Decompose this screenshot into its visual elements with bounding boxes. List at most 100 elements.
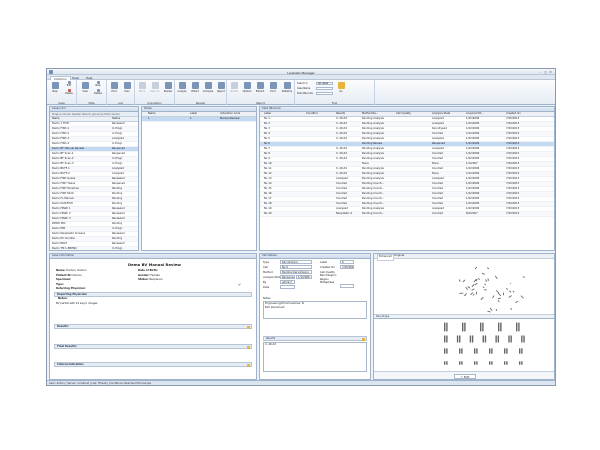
cell-created: 7/20/2013 bbox=[506, 176, 520, 180]
edit-case-button[interactable]: Edit bbox=[63, 81, 75, 88]
slide-barcode-input[interactable] bbox=[316, 91, 333, 95]
print-list-button[interactable]: Print bbox=[108, 82, 120, 97]
cell-results-bar[interactable]: Results bbox=[263, 336, 367, 341]
method-field[interactable]: Pending Karyotyping bbox=[280, 270, 312, 274]
close-button[interactable]: ✕ bbox=[548, 70, 553, 74]
cell-created: 7/20/2013 bbox=[506, 191, 520, 195]
column-header-cell-quality[interactable]: Cell Quality bbox=[396, 112, 411, 117]
analyze-button[interactable]: Analyze bbox=[176, 82, 188, 97]
column-header-label[interactable]: Label bbox=[264, 112, 271, 117]
search-in-select[interactable]: All cases bbox=[316, 81, 333, 85]
cell-method: Pending Counti... bbox=[362, 201, 385, 205]
column-header-analysis-state[interactable]: Analysis State bbox=[432, 112, 450, 117]
column-header-activation-code[interactable]: Activation Code bbox=[220, 112, 240, 117]
cell-method: Pending Counti... bbox=[362, 196, 385, 200]
case-name-input[interactable] bbox=[316, 86, 333, 90]
column-header-acquired[interactable]: Acquired Dt... bbox=[466, 112, 484, 117]
new-slide-button[interactable]: New bbox=[92, 81, 104, 88]
view-slide-button[interactable]: View bbox=[79, 82, 91, 97]
expand-icon bbox=[247, 345, 250, 349]
extract-button[interactable]: Extract bbox=[254, 82, 266, 97]
column-header-name[interactable]: Name bbox=[52, 117, 60, 122]
reporting-physician-bar[interactable]: Reporting Physician: bbox=[54, 292, 252, 297]
clinical-indication-bar[interactable]: Clinical Indication: bbox=[54, 362, 252, 367]
cell-method: Pending Analysis bbox=[362, 136, 384, 140]
case-status: Pending bbox=[112, 196, 123, 200]
column-header-slide-label[interactable]: Label bbox=[190, 112, 197, 117]
column-header-results[interactable]: Results bbox=[336, 112, 345, 117]
new-case-button[interactable]: New bbox=[49, 82, 61, 97]
scan-button[interactable]: Scan bbox=[121, 82, 133, 97]
slide-row[interactable]: 1 1 Manual Review bbox=[142, 116, 256, 122]
go-button[interactable]: Go bbox=[335, 82, 347, 97]
cell-row[interactable]: NL 20 Neoplastic X Pending Counti... Counte… bbox=[260, 211, 554, 217]
delete-case-button[interactable]: Delete bbox=[63, 89, 75, 96]
tab-original[interactable]: Original bbox=[394, 254, 404, 259]
case-name: Demo FISH-4 bbox=[52, 141, 69, 145]
chromosome bbox=[509, 290, 512, 293]
cell-state: Counted bbox=[432, 151, 443, 155]
results-bar[interactable]: Results: bbox=[54, 324, 252, 329]
analysis-state-field[interactable]: Reopened bbox=[280, 275, 295, 279]
cell-type-field[interactable]: Karyotyping bbox=[280, 260, 312, 264]
acquired-date-field[interactable]: 1/1/2006 bbox=[296, 275, 312, 279]
case-status: In Progr. bbox=[112, 161, 123, 165]
metaphase-image[interactable] bbox=[374, 259, 555, 314]
checkmark-icon: ✔ bbox=[238, 282, 242, 287]
metaphase-field[interactable] bbox=[340, 284, 354, 288]
review-button[interactable]: Review bbox=[162, 82, 174, 97]
column-header-method[interactable]: Method Re... bbox=[362, 112, 378, 117]
cell-method: Pending Analysis bbox=[362, 131, 384, 135]
cases-panel: Cases (27) Drag a column header here to … bbox=[49, 106, 139, 251]
ribbon: Case New Edit Delete Slide View New Deta… bbox=[47, 80, 555, 105]
cell-method: None bbox=[362, 161, 369, 165]
case-name: Demo PC Counter bbox=[52, 236, 76, 240]
cell-results: Analyzed bbox=[336, 176, 348, 180]
print-report-button[interactable]: Print bbox=[267, 82, 279, 97]
report-button[interactable]: Report bbox=[215, 82, 227, 97]
case-name: Demo ERCT bbox=[52, 241, 68, 245]
karyotype-chromosome bbox=[462, 322, 464, 332]
cell-method: Pending Analysis bbox=[362, 121, 384, 125]
cell-label: NL 20 bbox=[264, 211, 272, 215]
cell-created: 7/20/2013 bbox=[506, 116, 520, 120]
resume-button[interactable]: Resume bbox=[149, 82, 161, 97]
by-field[interactable]: admin7 bbox=[280, 280, 295, 284]
karyotype-chromosome bbox=[489, 348, 491, 354]
column-header-slide-name[interactable]: Name bbox=[148, 112, 156, 117]
case-row[interactable]: Demo TM 1-ENHNC In Progr. bbox=[50, 246, 138, 250]
cell-notes-area[interactable]: Engineering/Chromosomes: N BL5 placement bbox=[263, 301, 367, 319]
case-name: Demo BF Scan-2 bbox=[52, 156, 74, 160]
column-header-condition[interactable]: Condition bbox=[306, 112, 318, 117]
column-header-created-on[interactable]: Created On bbox=[506, 112, 521, 117]
karyotype-chromosome bbox=[459, 348, 461, 354]
update-button[interactable]: Update bbox=[228, 82, 240, 97]
edit-karyotype-button[interactable]: ✎ Edit bbox=[454, 373, 476, 379]
slide-details-button[interactable]: Details bbox=[92, 89, 104, 96]
final-results-bar[interactable]: Final Results: bbox=[54, 344, 252, 349]
karyotype-image[interactable] bbox=[374, 319, 555, 368]
cell-state: Counted bbox=[432, 201, 443, 205]
cell-label: NL 16 bbox=[264, 191, 272, 195]
date-field[interactable] bbox=[280, 285, 295, 289]
karyotype-chromosome bbox=[474, 348, 476, 354]
label-field[interactable]: 6 bbox=[340, 260, 354, 264]
created-on-field[interactable]: 7/20/2013 bbox=[340, 265, 354, 269]
options-button[interactable]: Options bbox=[241, 82, 253, 97]
cell-results-area: X, 46,XX bbox=[263, 342, 367, 372]
karyotype-chromosome bbox=[495, 335, 497, 343]
cell-created: 7/20/2013 bbox=[506, 146, 520, 150]
cell-name-field[interactable]: NL 6 bbox=[280, 265, 312, 269]
batch-button[interactable]: Batch bbox=[136, 82, 148, 97]
compare-button[interactable]: Compare bbox=[202, 82, 214, 97]
case-status: Reviewed bbox=[112, 216, 125, 220]
karyotype-chromosome bbox=[476, 348, 478, 354]
column-header-status[interactable]: Status bbox=[112, 117, 120, 122]
wizard-button[interactable]: Wizard bbox=[189, 82, 201, 97]
karyotype-chromosome bbox=[506, 361, 508, 365]
statistics-button[interactable]: Statistics bbox=[281, 82, 293, 97]
case-status: Analyzed bbox=[112, 166, 124, 170]
cell-label: NL 13 bbox=[264, 176, 272, 180]
ribbon-group-slide: Slide View New Details bbox=[77, 80, 107, 105]
cell-state: None bbox=[432, 161, 439, 165]
